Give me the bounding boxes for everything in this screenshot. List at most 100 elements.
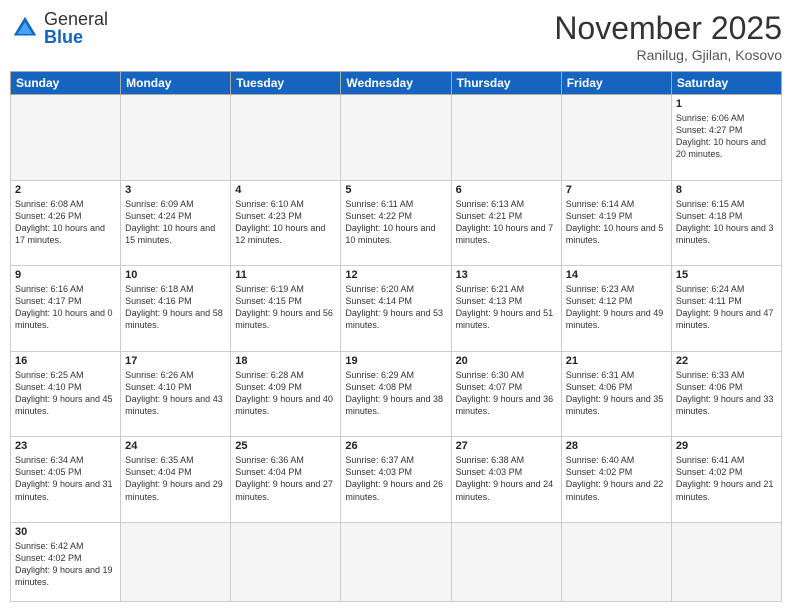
calendar-cell	[341, 95, 451, 181]
calendar-cell	[561, 95, 671, 181]
col-monday: Monday	[121, 72, 231, 95]
day-number: 26	[345, 440, 446, 452]
calendar-cell: 20Sunrise: 6:30 AM Sunset: 4:07 PM Dayli…	[451, 351, 561, 437]
calendar-cell: 28Sunrise: 6:40 AM Sunset: 4:02 PM Dayli…	[561, 437, 671, 523]
day-number: 24	[125, 440, 226, 452]
day-info: Sunrise: 6:11 AM Sunset: 4:22 PM Dayligh…	[345, 198, 446, 247]
logo-icon	[10, 13, 40, 43]
logo-text: General Blue	[44, 10, 108, 46]
calendar-table: Sunday Monday Tuesday Wednesday Thursday…	[10, 71, 782, 602]
col-friday: Friday	[561, 72, 671, 95]
day-info: Sunrise: 6:38 AM Sunset: 4:03 PM Dayligh…	[456, 454, 557, 503]
calendar-cell: 7 Sunrise: 6:14 AM Sunset: 4:19 PM Daylig…	[561, 180, 671, 266]
day-number: 14	[566, 269, 667, 281]
calendar-week-row: 1 Sunrise: 6:06 AM Sunset: 4:27 PM Daylig…	[11, 95, 782, 181]
day-number: 30	[15, 526, 116, 538]
day-info: Sunrise: 6:18 AM Sunset: 4:16 PM Dayligh…	[125, 283, 226, 332]
calendar-cell: 26 Sunrise: 6:37 AM Sunset: 4:03 PM Dayli…	[341, 437, 451, 523]
day-info: Sunrise: 6:13 AM Sunset: 4:21 PM Dayligh…	[456, 198, 557, 247]
day-info: Sunrise: 6:24 AM Sunset: 4:11 PM Dayligh…	[676, 283, 777, 332]
calendar-cell: 12 Sunrise: 6:20 AM Sunset: 4:14 PM Dayli…	[341, 266, 451, 352]
day-info: Sunrise: 6:29 AM Sunset: 4:08 PM Dayligh…	[345, 369, 446, 418]
day-number: 18	[235, 355, 336, 367]
calendar-cell: 2Sunrise: 6:08 AM Sunset: 4:26 PM Daylig…	[11, 180, 121, 266]
day-info: Sunrise: 6:15 AM Sunset: 4:18 PM Dayligh…	[676, 198, 777, 247]
day-number: 13	[456, 269, 557, 281]
calendar-cell	[561, 522, 671, 601]
day-number: 10	[125, 269, 226, 281]
calendar-cell: 8 Sunrise: 6:15 AM Sunset: 4:18 PM Daylig…	[671, 180, 781, 266]
day-number: 5	[345, 184, 446, 196]
calendar-cell: 6 Sunrise: 6:13 AM Sunset: 4:21 PM Daylig…	[451, 180, 561, 266]
day-info: Sunrise: 6:42 AM Sunset: 4:02 PM Dayligh…	[15, 540, 116, 589]
calendar-cell: 14 Sunrise: 6:23 AM Sunset: 4:12 PM Dayli…	[561, 266, 671, 352]
col-saturday: Saturday	[671, 72, 781, 95]
day-number: 12	[345, 269, 446, 281]
day-number: 21	[566, 355, 667, 367]
calendar-cell: 30 Sunrise: 6:42 AM Sunset: 4:02 PM Dayli…	[11, 522, 121, 601]
day-number: 8	[676, 184, 777, 196]
day-number: 23	[15, 440, 116, 452]
day-info: Sunrise: 6:26 AM Sunset: 4:10 PM Dayligh…	[125, 369, 226, 418]
day-info: Sunrise: 6:06 AM Sunset: 4:27 PM Dayligh…	[676, 112, 777, 161]
calendar-cell	[671, 522, 781, 601]
logo-general-text: General	[44, 10, 108, 28]
calendar-week-row: 23 Sunrise: 6:34 AM Sunset: 4:05 PM Dayli…	[11, 437, 782, 523]
day-info: Sunrise: 6:20 AM Sunset: 4:14 PM Dayligh…	[345, 283, 446, 332]
day-info: Sunrise: 6:34 AM Sunset: 4:05 PM Dayligh…	[15, 454, 116, 503]
calendar-cell	[231, 522, 341, 601]
calendar-cell: 3 Sunrise: 6:09 AM Sunset: 4:24 PM Daylig…	[121, 180, 231, 266]
calendar-week-row: 2Sunrise: 6:08 AM Sunset: 4:26 PM Daylig…	[11, 180, 782, 266]
day-info: Sunrise: 6:21 AM Sunset: 4:13 PM Dayligh…	[456, 283, 557, 332]
calendar-cell: 16 Sunrise: 6:25 AM Sunset: 4:10 PM Dayli…	[11, 351, 121, 437]
calendar-cell: 24 Sunrise: 6:35 AM Sunset: 4:04 PM Dayli…	[121, 437, 231, 523]
day-info: Sunrise: 6:37 AM Sunset: 4:03 PM Dayligh…	[345, 454, 446, 503]
day-number: 7	[566, 184, 667, 196]
calendar-header-row: Sunday Monday Tuesday Wednesday Thursday…	[11, 72, 782, 95]
calendar-cell	[341, 522, 451, 601]
day-number: 9	[15, 269, 116, 281]
calendar-cell	[451, 95, 561, 181]
calendar-cell: 17 Sunrise: 6:26 AM Sunset: 4:10 PM Dayli…	[121, 351, 231, 437]
calendar-cell: 5 Sunrise: 6:11 AM Sunset: 4:22 PM Daylig…	[341, 180, 451, 266]
day-number: 22	[676, 355, 777, 367]
page: General Blue November 2025 Ranilug, Gjil…	[0, 0, 792, 612]
day-number: 29	[676, 440, 777, 452]
day-info: Sunrise: 6:33 AM Sunset: 4:06 PM Dayligh…	[676, 369, 777, 418]
calendar-cell: 22 Sunrise: 6:33 AM Sunset: 4:06 PM Dayli…	[671, 351, 781, 437]
col-sunday: Sunday	[11, 72, 121, 95]
day-info: Sunrise: 6:28 AM Sunset: 4:09 PM Dayligh…	[235, 369, 336, 418]
day-info: Sunrise: 6:30 AM Sunset: 4:07 PM Dayligh…	[456, 369, 557, 418]
day-info: Sunrise: 6:14 AM Sunset: 4:19 PM Dayligh…	[566, 198, 667, 247]
calendar-cell: 10 Sunrise: 6:18 AM Sunset: 4:16 PM Dayli…	[121, 266, 231, 352]
day-number: 3	[125, 184, 226, 196]
day-number: 28	[566, 440, 667, 452]
calendar-cell: 23 Sunrise: 6:34 AM Sunset: 4:05 PM Dayli…	[11, 437, 121, 523]
calendar-cell: 21Sunrise: 6:31 AM Sunset: 4:06 PM Dayli…	[561, 351, 671, 437]
title-block: November 2025 Ranilug, Gjilan, Kosovo	[554, 10, 782, 63]
day-number: 11	[235, 269, 336, 281]
calendar-cell: 27 Sunrise: 6:38 AM Sunset: 4:03 PM Dayli…	[451, 437, 561, 523]
logo: General Blue	[10, 10, 108, 46]
day-number: 6	[456, 184, 557, 196]
day-info: Sunrise: 6:25 AM Sunset: 4:10 PM Dayligh…	[15, 369, 116, 418]
day-number: 17	[125, 355, 226, 367]
day-info: Sunrise: 6:41 AM Sunset: 4:02 PM Dayligh…	[676, 454, 777, 503]
day-info: Sunrise: 6:08 AM Sunset: 4:26 PM Dayligh…	[15, 198, 116, 247]
calendar-cell: 19 Sunrise: 6:29 AM Sunset: 4:08 PM Dayli…	[341, 351, 451, 437]
day-info: Sunrise: 6:16 AM Sunset: 4:17 PM Dayligh…	[15, 283, 116, 332]
day-number: 1	[676, 98, 777, 110]
day-info: Sunrise: 6:23 AM Sunset: 4:12 PM Dayligh…	[566, 283, 667, 332]
col-tuesday: Tuesday	[231, 72, 341, 95]
day-number: 16	[15, 355, 116, 367]
header: General Blue November 2025 Ranilug, Gjil…	[10, 10, 782, 63]
day-info: Sunrise: 6:35 AM Sunset: 4:04 PM Dayligh…	[125, 454, 226, 503]
day-number: 27	[456, 440, 557, 452]
calendar-cell: 18 Sunrise: 6:28 AM Sunset: 4:09 PM Dayli…	[231, 351, 341, 437]
col-wednesday: Wednesday	[341, 72, 451, 95]
calendar-cell	[121, 522, 231, 601]
day-number: 19	[345, 355, 446, 367]
day-info: Sunrise: 6:09 AM Sunset: 4:24 PM Dayligh…	[125, 198, 226, 247]
calendar-week-row: 9 Sunrise: 6:16 AM Sunset: 4:17 PM Daylig…	[11, 266, 782, 352]
calendar-cell	[121, 95, 231, 181]
